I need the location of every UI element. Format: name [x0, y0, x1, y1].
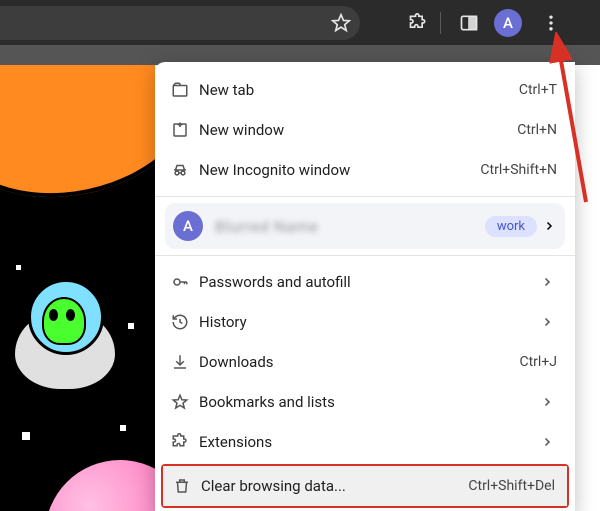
menu-item-label: Extensions	[199, 433, 533, 451]
menu-item-shortcut: Ctrl+Shift+Del	[468, 478, 555, 494]
history-icon	[171, 313, 199, 331]
new-tab-icon	[171, 81, 199, 99]
menu-item-label: New tab	[199, 81, 519, 99]
annotation-highlight-box: Clear browsing data... Ctrl+Shift+Del	[161, 464, 569, 508]
menu-item-label: Clear browsing data...	[201, 477, 468, 495]
menu-item-label: Passwords and autofill	[199, 273, 533, 291]
incognito-icon	[171, 161, 199, 179]
menu-item-label: History	[199, 313, 533, 331]
menu-profile-row[interactable]: A Blurred Name work	[165, 203, 565, 249]
menu-item-label: New window	[199, 121, 517, 139]
menu-item-shortcut: Ctrl+N	[517, 122, 557, 138]
chevron-right-icon	[541, 276, 557, 288]
menu-item-shortcut: Ctrl+Shift+N	[480, 162, 557, 178]
app-window: A New tab C	[0, 0, 600, 511]
side-panel-icon[interactable]	[455, 13, 483, 33]
menu-item-new-tab[interactable]: New tab Ctrl+T	[155, 70, 575, 110]
chevron-right-icon	[541, 316, 557, 328]
browser-toolbar: A	[0, 0, 600, 45]
chevron-right-icon	[543, 220, 555, 232]
extensions-puzzle-icon[interactable]	[404, 13, 432, 33]
menu-item-clear-browsing-data[interactable]: Clear browsing data... Ctrl+Shift+Del	[163, 466, 567, 506]
trash-icon	[173, 477, 201, 495]
bookmark-star-icon[interactable]	[326, 13, 356, 33]
profile-avatar[interactable]: A	[494, 9, 522, 37]
menu-item-label: Bookmarks and lists	[199, 393, 533, 411]
menu-item-new-incognito[interactable]: New Incognito window Ctrl+Shift+N	[155, 150, 575, 190]
menu-item-extensions[interactable]: Extensions	[155, 422, 575, 462]
menu-item-new-window[interactable]: New window Ctrl+N	[155, 110, 575, 150]
profile-avatar: A	[173, 211, 203, 241]
bookmark-star-icon	[171, 393, 199, 411]
menu-item-label: New Incognito window	[199, 161, 480, 179]
key-icon	[171, 273, 199, 291]
menu-item-passwords[interactable]: Passwords and autofill	[155, 262, 575, 302]
chrome-app-menu: New tab Ctrl+T New window Ctrl+N New Inc…	[155, 62, 575, 511]
menu-item-history[interactable]: History	[155, 302, 575, 342]
menu-item-bookmarks[interactable]: Bookmarks and lists	[155, 382, 575, 422]
avatar-letter: A	[183, 217, 193, 235]
menu-item-shortcut: Ctrl+J	[519, 354, 557, 370]
omnibox[interactable]	[0, 6, 360, 40]
extensions-puzzle-icon	[171, 433, 199, 451]
menu-separator	[155, 196, 575, 197]
new-window-icon	[171, 121, 199, 139]
chevron-right-icon	[541, 436, 557, 448]
menu-separator	[155, 255, 575, 256]
profile-name: Blurred Name	[215, 217, 485, 236]
toolbar-divider	[440, 12, 441, 34]
avatar-letter: A	[503, 14, 513, 32]
menu-item-shortcut: Ctrl+T	[519, 82, 557, 98]
download-icon	[171, 353, 199, 371]
profile-badge: work	[485, 216, 537, 237]
chevron-right-icon	[541, 396, 557, 408]
menu-item-label: Downloads	[199, 353, 519, 371]
chrome-menu-button[interactable]	[534, 6, 568, 40]
menu-item-downloads[interactable]: Downloads Ctrl+J	[155, 342, 575, 382]
page-illustration	[0, 65, 155, 511]
